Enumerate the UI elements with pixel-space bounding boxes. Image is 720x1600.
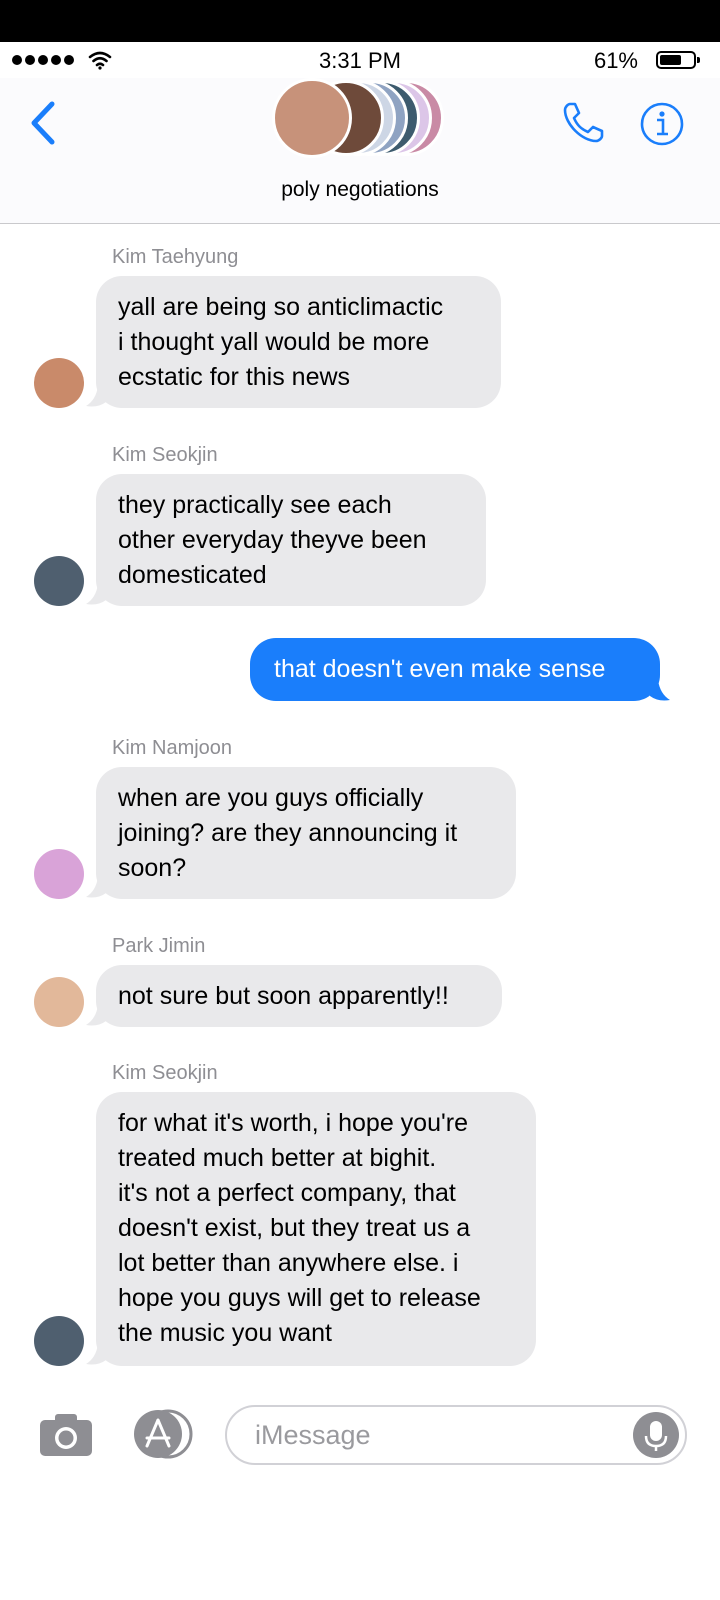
app-store-icon[interactable] bbox=[130, 1408, 196, 1460]
phone-icon[interactable] bbox=[560, 98, 608, 146]
message-line: when are you guys officially bbox=[118, 784, 424, 812]
group-avatar-primary bbox=[272, 78, 352, 158]
imessage-placeholder: iMessage bbox=[255, 1420, 371, 1450]
sender-name: Kim Seokjin bbox=[112, 444, 218, 466]
battery-icon bbox=[656, 51, 700, 69]
avatar-kim-namjoon[interactable] bbox=[34, 849, 84, 899]
info-icon[interactable] bbox=[640, 102, 684, 146]
message-line: ecstatic for this news bbox=[118, 363, 351, 391]
bubble-tail bbox=[86, 1344, 106, 1365]
incoming-message-bubble[interactable]: not sure but soon apparently!! bbox=[96, 965, 502, 1027]
sender-name: Kim Seokjin bbox=[112, 1062, 218, 1084]
incoming-message-bubble[interactable]: they practically see each other everyday… bbox=[96, 474, 486, 606]
sender-name: Kim Namjoon bbox=[112, 737, 233, 759]
message-line: lot better than anywhere else. i bbox=[118, 1249, 459, 1277]
avatar-kim-seokjin[interactable] bbox=[34, 1316, 84, 1366]
message-line: i thought yall would be more bbox=[118, 328, 430, 356]
bubble-tail-outgoing bbox=[650, 680, 670, 701]
message-line: they practically see each bbox=[118, 491, 392, 519]
incoming-message-bubble[interactable]: when are you guys officially joining? ar… bbox=[96, 767, 516, 899]
imessage-input[interactable]: iMessage bbox=[225, 1405, 687, 1465]
sender-name: Park Jimin bbox=[112, 935, 206, 957]
message-line: treated much better at bighit. bbox=[118, 1144, 437, 1172]
incoming-message-bubble[interactable]: yall are being so anticlimactic i though… bbox=[96, 276, 501, 408]
message-line: joining? are they announcing it bbox=[118, 819, 458, 847]
status-bar: 3:31 PM 61% bbox=[0, 42, 720, 78]
incoming-message-bubble[interactable]: for what it's worth, i hope you're treat… bbox=[96, 1092, 536, 1366]
message-input-bar: iMessage bbox=[0, 1398, 720, 1488]
bubble-tail bbox=[86, 584, 106, 605]
avatar-park-jimin[interactable] bbox=[34, 977, 84, 1027]
message-line: domesticated bbox=[118, 561, 267, 589]
microphone-icon[interactable] bbox=[633, 1412, 679, 1458]
sender-name: Kim Taehyung bbox=[112, 246, 239, 268]
top-black-bar bbox=[0, 0, 720, 42]
message-line: hope you guys will get to release bbox=[118, 1284, 481, 1312]
group-avatar-stack[interactable] bbox=[272, 78, 452, 158]
message-line: the music you want bbox=[118, 1319, 332, 1347]
conversation-header: poly negotiations bbox=[0, 78, 720, 224]
battery-percentage: 61% bbox=[593, 48, 638, 73]
avatar-kim-taehyung[interactable] bbox=[34, 358, 84, 408]
back-chevron-icon[interactable] bbox=[26, 100, 60, 146]
camera-icon[interactable] bbox=[38, 1412, 94, 1458]
bubble-tail bbox=[86, 386, 106, 407]
message-line: other everyday theyve been bbox=[118, 526, 427, 554]
message-line: not sure but soon apparently!! bbox=[118, 982, 449, 1010]
message-line: soon? bbox=[118, 854, 187, 882]
message-line: yall are being so anticlimactic bbox=[118, 293, 444, 321]
bubble-tail bbox=[86, 1005, 106, 1026]
avatar-kim-seokjin[interactable] bbox=[34, 556, 84, 606]
message-line: for what it's worth, i hope you're bbox=[118, 1109, 468, 1137]
bubble-tail bbox=[86, 877, 106, 898]
message-line: doesn't exist, but they treat us a bbox=[118, 1214, 471, 1242]
outgoing-message-bubble[interactable]: that doesn't even make sense bbox=[250, 638, 660, 701]
group-title[interactable]: poly negotiations bbox=[0, 178, 720, 202]
message-line: it's not a perfect company, that bbox=[118, 1179, 456, 1207]
